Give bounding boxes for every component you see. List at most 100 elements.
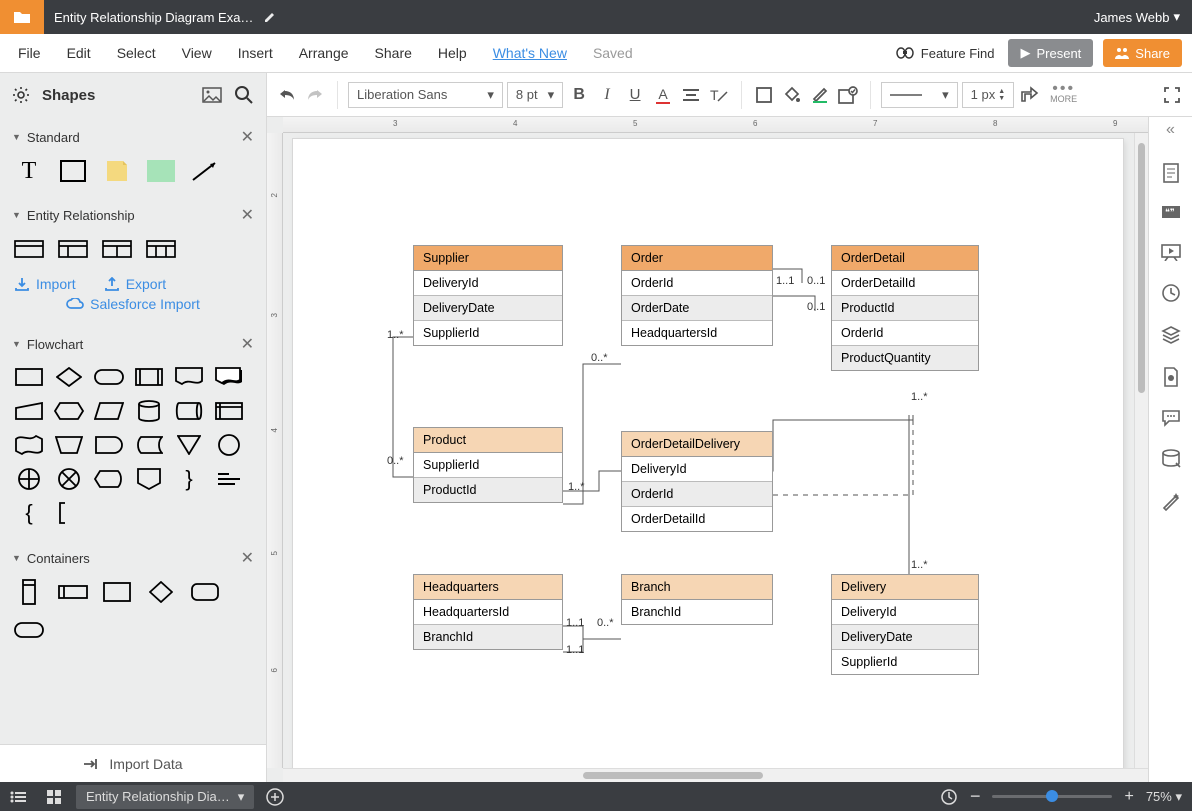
close-icon[interactable]: ✕ bbox=[241, 127, 254, 147]
entity-orderdetaildelivery[interactable]: OrderDetailDelivery DeliveryId OrderId O… bbox=[621, 431, 773, 532]
user-menu[interactable]: James Webb ▾ bbox=[1094, 9, 1180, 25]
import-data-button[interactable]: Import Data bbox=[0, 744, 266, 782]
folder-icon[interactable] bbox=[0, 0, 44, 34]
menu-arrange[interactable]: Arrange bbox=[299, 45, 349, 61]
close-icon[interactable]: ✕ bbox=[241, 548, 254, 568]
shape-sum[interactable] bbox=[54, 468, 84, 490]
shape-merge[interactable] bbox=[174, 434, 204, 456]
align-button[interactable] bbox=[679, 81, 703, 109]
line-route-button[interactable] bbox=[1018, 81, 1042, 109]
shape-brace-left[interactable]: { bbox=[14, 502, 44, 524]
fullscreen-button[interactable] bbox=[1160, 81, 1184, 109]
redo-button[interactable] bbox=[303, 81, 327, 109]
shape-manual-op[interactable] bbox=[54, 434, 84, 456]
sync-icon[interactable] bbox=[940, 788, 958, 806]
feature-find[interactable]: Feature Find bbox=[896, 46, 995, 61]
list-view-icon[interactable] bbox=[0, 791, 36, 803]
section-entity[interactable]: ▼ Entity Relationship ✕ bbox=[0, 195, 266, 233]
import-link[interactable]: Import bbox=[14, 276, 76, 292]
export-link[interactable]: Export bbox=[104, 276, 166, 292]
shape-paper-tape[interactable] bbox=[14, 434, 44, 456]
shape-stored[interactable] bbox=[134, 434, 164, 456]
italic-button[interactable]: I bbox=[595, 81, 619, 109]
shape-decision[interactable] bbox=[54, 366, 84, 388]
gear-icon[interactable] bbox=[12, 86, 30, 104]
shape-swim-h[interactable] bbox=[58, 580, 88, 604]
scrollbar-vertical[interactable] bbox=[1134, 133, 1148, 768]
shape-note-body[interactable] bbox=[214, 468, 244, 490]
shape-rect[interactable] bbox=[58, 159, 88, 183]
menu-share[interactable]: Share bbox=[375, 45, 412, 61]
close-icon[interactable]: ✕ bbox=[241, 205, 254, 225]
menu-file[interactable]: File bbox=[18, 45, 41, 61]
menu-edit[interactable]: Edit bbox=[67, 45, 91, 61]
shape-display[interactable] bbox=[94, 468, 124, 490]
shape-storage[interactable] bbox=[174, 400, 204, 422]
entity-headquarters[interactable]: Headquarters HeadquartersId BranchId bbox=[413, 574, 563, 650]
shape-erd-2[interactable] bbox=[58, 237, 88, 261]
shape-database[interactable] bbox=[134, 400, 164, 422]
share-button[interactable]: Share bbox=[1103, 39, 1182, 67]
section-containers[interactable]: ▼ Containers ✕ bbox=[0, 538, 266, 576]
shape-arrow[interactable] bbox=[190, 159, 220, 183]
layers-icon[interactable] bbox=[1161, 325, 1181, 345]
shape-preparation[interactable] bbox=[54, 400, 84, 422]
zoom-value[interactable]: 75% ▾ bbox=[1146, 789, 1182, 805]
shape-container-rounded[interactable] bbox=[190, 580, 220, 604]
menu-select[interactable]: Select bbox=[117, 45, 156, 61]
shape-data[interactable] bbox=[94, 400, 124, 422]
shape-or[interactable] bbox=[14, 468, 44, 490]
zoom-slider[interactable] bbox=[992, 795, 1112, 798]
canvas[interactable]: 3 4 5 6 7 8 9 2 3 4 5 6 7 bbox=[267, 117, 1148, 782]
search-icon[interactable] bbox=[234, 85, 254, 105]
shape-swim-v[interactable] bbox=[14, 580, 44, 604]
shape-erd-4[interactable] bbox=[146, 237, 176, 261]
zoom-in-button[interactable]: + bbox=[1124, 788, 1133, 806]
text-color-button[interactable]: A bbox=[651, 81, 675, 109]
shape-options-button[interactable] bbox=[836, 81, 860, 109]
menu-help[interactable]: Help bbox=[438, 45, 467, 61]
document-title[interactable]: Entity Relationship Diagram Exa… bbox=[54, 10, 253, 25]
close-icon[interactable]: ✕ bbox=[241, 334, 254, 354]
shape-terminator[interactable] bbox=[94, 366, 124, 388]
edit-title-icon[interactable] bbox=[263, 10, 277, 24]
border-color-button[interactable] bbox=[808, 81, 832, 109]
shape-text[interactable]: T bbox=[14, 159, 44, 183]
section-flowchart[interactable]: ▼ Flowchart ✕ bbox=[0, 324, 266, 362]
menu-view[interactable]: View bbox=[182, 45, 212, 61]
scrollbar-thumb[interactable] bbox=[583, 772, 763, 779]
shape-process[interactable] bbox=[14, 366, 44, 388]
grid-view-icon[interactable] bbox=[36, 790, 72, 804]
font-select[interactable]: Liberation Sans▾ bbox=[348, 82, 503, 108]
fill-color-button[interactable] bbox=[780, 81, 804, 109]
shape-connector[interactable] bbox=[214, 434, 244, 456]
add-page-button[interactable] bbox=[260, 788, 290, 806]
present-button[interactable]: ▶ Present bbox=[1008, 39, 1093, 67]
image-icon[interactable] bbox=[202, 87, 222, 103]
salesforce-import-link[interactable]: Salesforce Import bbox=[0, 296, 266, 324]
comments-icon[interactable]: ❝❞ bbox=[1161, 205, 1181, 221]
shape-container-rect[interactable] bbox=[102, 580, 132, 604]
shape-annotation[interactable] bbox=[54, 502, 84, 524]
shape-brace-right[interactable]: } bbox=[174, 468, 204, 490]
font-size-select[interactable]: 8 pt▾ bbox=[507, 82, 563, 108]
entity-order[interactable]: Order OrderId OrderDate HeadquartersId bbox=[621, 245, 773, 346]
undo-button[interactable] bbox=[275, 81, 299, 109]
zoom-slider-thumb[interactable] bbox=[1046, 790, 1058, 802]
menu-whats-new[interactable]: What's New bbox=[493, 45, 567, 61]
shape-erd-3[interactable] bbox=[102, 237, 132, 261]
shape-manual-input[interactable] bbox=[14, 400, 44, 422]
shape-internal[interactable] bbox=[214, 400, 244, 422]
shape-offpage[interactable] bbox=[134, 468, 164, 490]
underline-button[interactable]: U bbox=[623, 81, 647, 109]
section-standard[interactable]: ▼ Standard ✕ bbox=[0, 117, 266, 155]
canvas-page[interactable]: Supplier DeliveryId DeliveryDate Supplie… bbox=[293, 139, 1123, 782]
shape-fill-button[interactable] bbox=[752, 81, 776, 109]
shape-predef[interactable] bbox=[134, 366, 164, 388]
page-tab[interactable]: Entity Relationship Dia… ▾ bbox=[76, 785, 254, 809]
shape-note[interactable] bbox=[102, 159, 132, 183]
line-style-select[interactable]: ▾ bbox=[881, 82, 958, 108]
bold-button[interactable]: B bbox=[567, 81, 591, 109]
magic-icon[interactable] bbox=[1161, 491, 1181, 511]
zoom-out-button[interactable]: − bbox=[970, 786, 981, 807]
